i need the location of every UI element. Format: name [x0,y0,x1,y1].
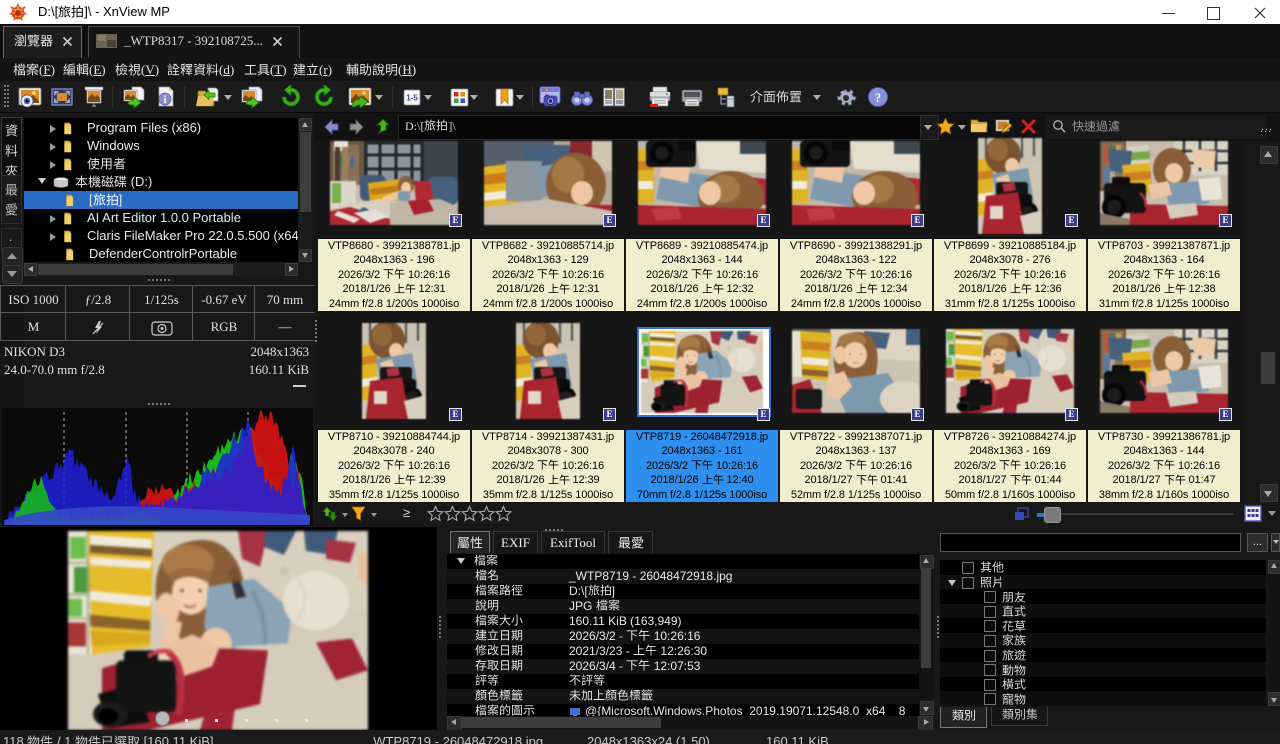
svg-text:1-5: 1-5 [406,94,418,103]
svg-text:?: ? [875,90,882,105]
svg-text:i: i [164,95,167,106]
